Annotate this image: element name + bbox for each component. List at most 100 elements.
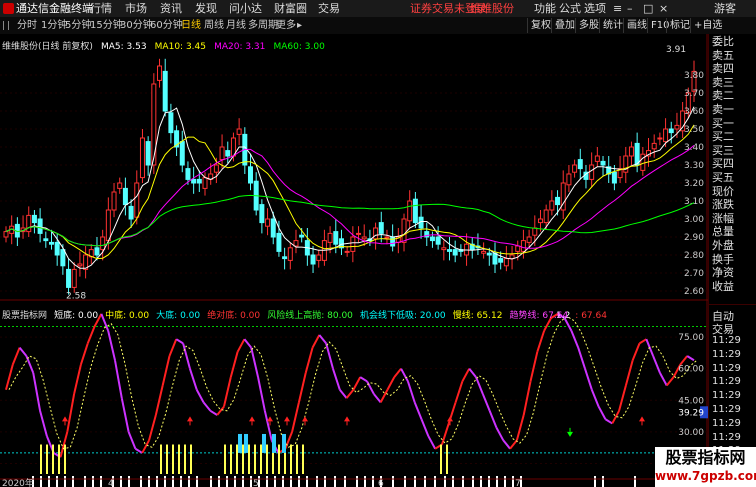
- add-watchlist-button[interactable]: +自选: [690, 18, 725, 33]
- trade-tab[interactable]: 交易: [709, 318, 756, 336]
- toolbar-handle-icon: [3, 21, 9, 30]
- price-tick-9: 2.90: [684, 233, 704, 243]
- price-tick-6: 3.20: [684, 179, 704, 189]
- period-1min[interactable]: 1分钟: [41, 17, 67, 34]
- legend-ma60: MA60: 3.00: [273, 42, 325, 52]
- trade-time-5: 11:29: [712, 404, 741, 415]
- multi-stock-button[interactable]: 多股: [575, 18, 602, 33]
- site-watermark: 股票指标网 www.7gpzb.com: [655, 447, 756, 487]
- quote-field-4: 卖二: [712, 89, 734, 103]
- draw-line-button[interactable]: 画线: [623, 18, 650, 33]
- date-tick-4: 7: [515, 479, 521, 487]
- quote-field-3: 卖三: [712, 75, 734, 89]
- quote-field-11: 现价: [712, 184, 734, 198]
- main-chart-legend: 维维股份(日线 前复权) MA5: 3.53 MA10: 3.45 MA20: …: [2, 34, 325, 52]
- quote-field-14: 总量: [712, 225, 734, 239]
- menu-ask[interactable]: 问小达: [229, 0, 262, 17]
- more-dropdown-icon[interactable]: ▸: [297, 17, 302, 34]
- menu-news[interactable]: 资讯: [160, 0, 182, 17]
- kline-chart-area[interactable]: 3.80 3.70 3.60 3.50 3.40 3.30 3.20 3.10 3.00 2.90…: [0, 34, 708, 487]
- quote-field-8: 买三: [712, 143, 734, 157]
- legend-trend-line: 趋势线: 67.64: [509, 311, 569, 321]
- trade-time-6: 11:29: [712, 417, 741, 429]
- app-title: 通达信金融终端: [16, 2, 93, 15]
- period-toolbar: 分时 1分钟 5分钟 15分钟 30分钟 60分钟 日线 周线 月线 多周期 更…: [0, 17, 756, 35]
- close-icon[interactable]: ×: [659, 0, 668, 17]
- trade-time-3: 11:29: [712, 376, 741, 388]
- menu-function[interactable]: 功能: [534, 0, 556, 17]
- quote-field-1: 卖五: [712, 48, 734, 62]
- menu-discover[interactable]: 发现: [195, 0, 217, 17]
- sub-chart-legend: 股票指标网 短底: 0.00 中底: 0.00 大底: 0.00 绝对底: 0.…: [2, 303, 607, 321]
- price-tick-1: 3.70: [684, 89, 704, 99]
- date-tick-2: 5: [253, 479, 259, 487]
- menu-formula[interactable]: 公式: [559, 0, 581, 17]
- legend-stock-title: 维维股份(日线 前复权): [2, 42, 93, 52]
- date-tick-3: 6: [378, 479, 384, 487]
- trade-time-1: 11:29: [712, 348, 741, 360]
- quote-field-16: 换手: [712, 252, 734, 266]
- stock-link[interactable]: 维维股份: [470, 0, 514, 17]
- trade-time-7: 11:29: [712, 431, 741, 443]
- high-price-label: 3.91: [666, 45, 686, 55]
- quote-field-17: 净资: [712, 266, 734, 280]
- legend-mid-bottom: 中底: 0.00: [105, 311, 150, 321]
- auto-tab[interactable]: 自动: [709, 304, 756, 323]
- osc-tick-3: 30.00: [678, 428, 704, 438]
- period-more[interactable]: 更多: [276, 17, 296, 34]
- legend-big-bottom: 大底: 0.00: [156, 311, 201, 321]
- price-tick-4: 3.40: [684, 143, 704, 153]
- menu-icon[interactable]: ≡: [613, 0, 622, 17]
- menu-wealth[interactable]: 财富圈: [274, 0, 307, 17]
- quote-field-5: 卖一: [712, 103, 734, 116]
- osc-tick-0: 75.00: [678, 333, 704, 343]
- maximize-icon[interactable]: □: [643, 0, 653, 17]
- overlay-button[interactable]: 叠加: [551, 18, 578, 33]
- legend-ma20: MA20: 3.31: [214, 42, 266, 52]
- trade-time-2: 11:29: [712, 362, 741, 374]
- guest-label[interactable]: 游客: [714, 0, 736, 17]
- quote-field-2: 卖四: [712, 62, 734, 76]
- quote-field-18: 收益: [712, 279, 734, 293]
- menu-options[interactable]: 选项: [584, 0, 606, 17]
- period-multi[interactable]: 多周期: [248, 17, 278, 34]
- legend-short-bottom: 短底: 0.00: [54, 311, 99, 321]
- period-60min[interactable]: 60分钟: [150, 17, 183, 34]
- price-tick-3: 3.50: [684, 125, 704, 135]
- quote-field-7: 买二: [712, 130, 734, 144]
- price-tick-0: 3.80: [684, 71, 704, 81]
- mark-button[interactable]: 标记: [666, 18, 693, 33]
- osc-tick-2: 45.00: [678, 396, 704, 406]
- statistics-button[interactable]: 统计: [599, 18, 626, 33]
- price-tick-2: 3.60: [684, 107, 704, 117]
- period-5min[interactable]: 5分钟: [65, 17, 91, 34]
- legend-risk-line: 风险线上高抛: 80.00: [267, 311, 353, 321]
- quote-field-15: 外盘: [712, 239, 734, 252]
- quote-field-12: 涨跌: [712, 198, 734, 212]
- current-osc-value: 39.29: [678, 408, 704, 418]
- period-timeshare[interactable]: 分时: [17, 17, 37, 34]
- menu-trade[interactable]: 交易: [318, 0, 340, 17]
- price-tick-8: 3.00: [684, 215, 704, 225]
- period-monthly[interactable]: 月线: [226, 17, 246, 34]
- price-tick-5: 3.30: [684, 161, 704, 171]
- menu-market[interactable]: 市场: [125, 0, 147, 17]
- adjust-button[interactable]: 复权: [527, 18, 554, 33]
- period-weekly[interactable]: 周线: [204, 17, 224, 34]
- minimize-icon[interactable]: –: [627, 0, 633, 17]
- app-logo-icon: [3, 3, 14, 14]
- trade-time-4: 11:29: [712, 390, 741, 402]
- period-daily[interactable]: 日线: [181, 17, 201, 34]
- watermark-url: www.7gpzb.com: [655, 469, 756, 483]
- quote-field-13: 涨幅: [712, 211, 734, 225]
- legend-ma10: MA10: 3.45: [154, 42, 206, 52]
- legend-absolute-bottom: 绝对底: 0.00: [207, 311, 261, 321]
- period-15min[interactable]: 15分钟: [90, 17, 123, 34]
- price-tick-11: 2.70: [684, 269, 704, 279]
- title-bar: 通达信金融终端 行情 市场 资讯 发现 问小达 财富圈 交易 证券交易未登录 维…: [0, 0, 756, 18]
- period-30min[interactable]: 30分钟: [120, 17, 153, 34]
- quote-field-9: 买四: [712, 157, 734, 171]
- menu-market-quotes[interactable]: 行情: [90, 0, 112, 17]
- watermark-title: 股票指标网: [665, 448, 746, 467]
- quote-field-10: 买五: [712, 171, 734, 184]
